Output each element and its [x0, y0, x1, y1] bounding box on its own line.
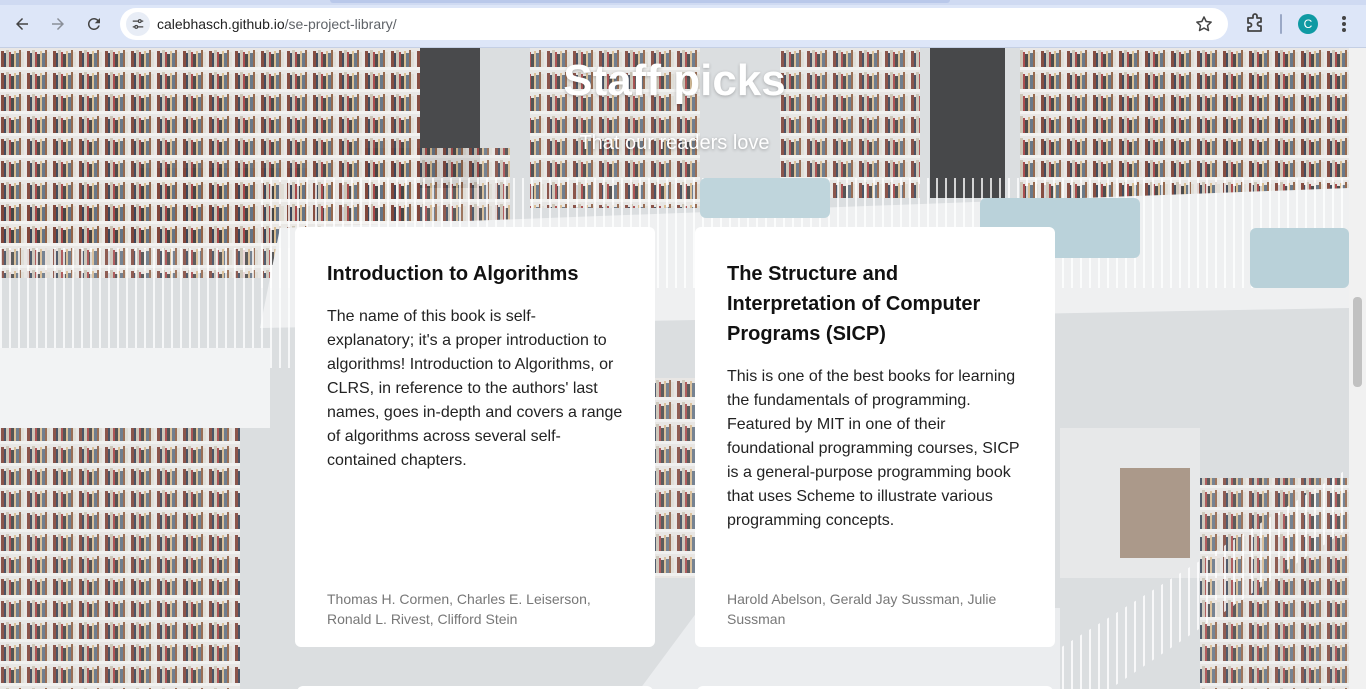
book-description: The name of this book is self-explanator… — [327, 308, 623, 469]
reload-button[interactable] — [82, 12, 106, 36]
browser-menu-button[interactable] — [1334, 12, 1354, 36]
book-title: The Structure and Interpretation of Comp… — [727, 263, 981, 345]
book-card: The Structure and Interpretation of Comp… — [695, 227, 1055, 647]
site-info-button[interactable] — [126, 12, 150, 36]
scrollbar-thumb[interactable] — [1353, 297, 1362, 387]
book-authors: Thomas H. Cormen, Charles E. Leiserson, … — [327, 591, 591, 627]
toolbar-divider — [1280, 14, 1282, 34]
profile-avatar[interactable]: C — [1298, 14, 1318, 34]
star-icon[interactable] — [1194, 14, 1214, 34]
page-scrollbar[interactable] — [1349, 48, 1366, 689]
book-authors: Harold Abelson, Gerald Jay Sussman, Juli… — [727, 591, 997, 627]
url-path: /se-project-library/ — [284, 16, 397, 32]
page-viewport: Staff picks That our readers love Introd… — [0, 48, 1349, 689]
url-text[interactable]: calebhasch.github.io/se-project-library/ — [157, 16, 397, 32]
reload-icon — [87, 17, 100, 30]
section-subtitle: That our readers love — [579, 132, 770, 154]
section-title: Staff picks — [563, 56, 786, 105]
book-card: Introduction to Algorithms The name of t… — [295, 227, 655, 647]
arrow-right-icon — [52, 18, 64, 30]
url-host: calebhasch.github.io — [157, 16, 285, 32]
book-description: This is one of the best books for learni… — [727, 368, 1020, 529]
arrow-left-icon — [16, 18, 28, 30]
address-bar[interactable]: calebhasch.github.io/se-project-library/ — [120, 8, 1228, 40]
tune-icon — [132, 19, 144, 29]
active-tab-edge[interactable] — [330, 0, 950, 3]
back-button[interactable] — [10, 12, 34, 36]
puzzle-icon[interactable] — [1243, 12, 1267, 36]
kebab-menu-icon — [1342, 16, 1346, 32]
browser-toolbar: calebhasch.github.io/se-project-library/… — [0, 0, 1366, 48]
book-title: Introduction to Algorithms — [327, 263, 579, 285]
forward-button[interactable] — [46, 12, 70, 36]
